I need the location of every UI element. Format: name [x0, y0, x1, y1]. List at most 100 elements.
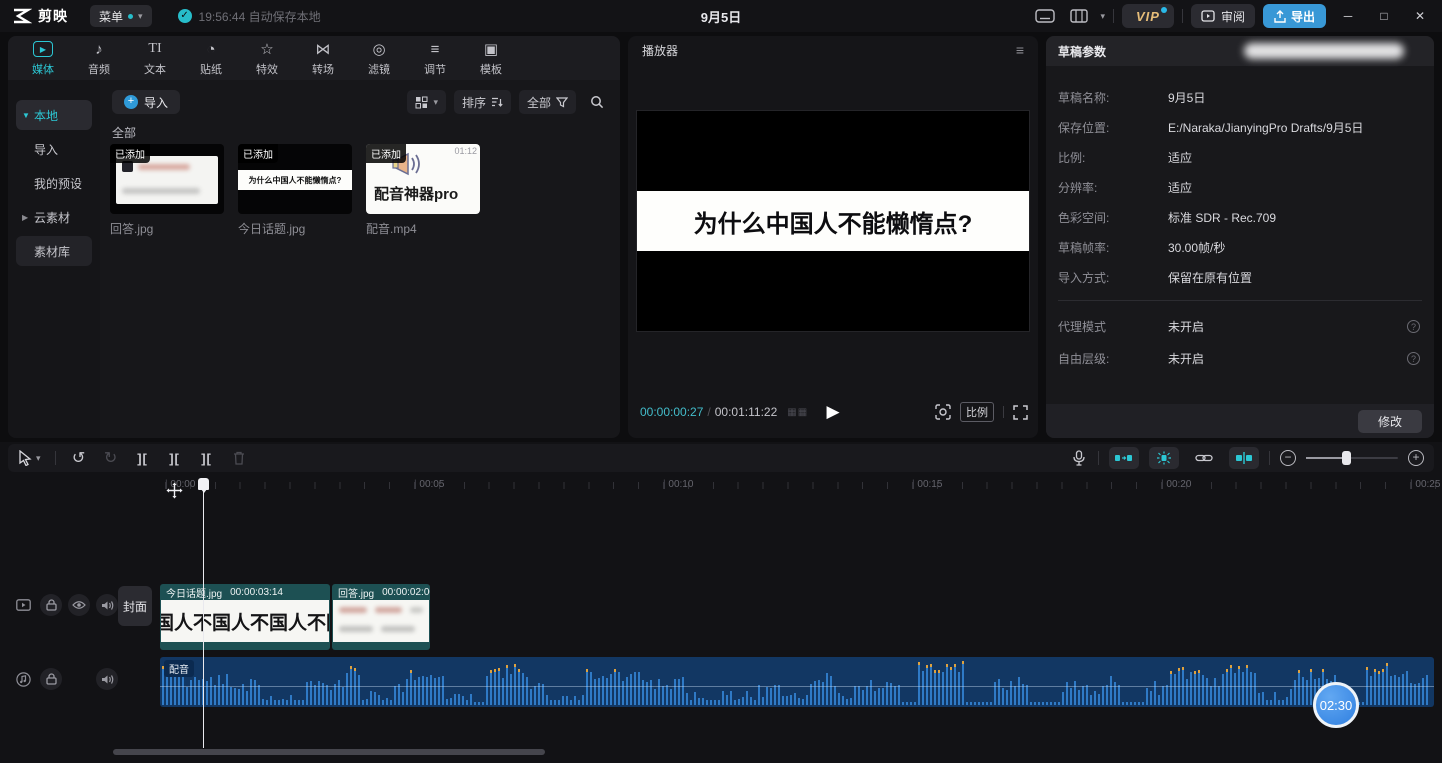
waveform-bar — [654, 689, 656, 705]
export-button[interactable]: 导出 — [1263, 4, 1326, 28]
slider-handle[interactable] — [1342, 451, 1351, 465]
waveform-bar — [330, 690, 332, 705]
undo-icon[interactable]: ↺ — [70, 447, 88, 469]
link-toggle[interactable] — [1189, 447, 1219, 469]
ratio-button[interactable]: 比例 — [960, 402, 994, 422]
waveform-bar — [570, 700, 572, 705]
sidebar-item-library[interactable]: 素材库 — [16, 236, 92, 266]
waveform-bar — [870, 680, 872, 705]
help-icon[interactable]: ? — [1407, 352, 1420, 365]
playhead-line[interactable] — [203, 478, 204, 748]
split-left-icon[interactable]: ][ — [166, 447, 184, 469]
sidebar-item-presets[interactable]: 我的预设 — [16, 168, 92, 198]
preview-quality-icon[interactable] — [935, 404, 951, 420]
filter-icon — [556, 96, 568, 108]
preview-canvas[interactable]: 为什么中国人不能懒惰点? — [636, 110, 1030, 332]
param-label: 保存位置: — [1058, 119, 1168, 136]
play-button[interactable]: ▶ — [826, 402, 839, 422]
waveform-bar — [1146, 688, 1148, 705]
sidebar-item-import[interactable]: 导入 — [16, 134, 92, 164]
video-track-icon — [12, 594, 34, 616]
mute-track-icon[interactable] — [96, 594, 118, 616]
timeline-zoom-slider[interactable] — [1306, 447, 1398, 469]
modify-button[interactable]: 修改 — [1358, 410, 1422, 433]
delete-icon[interactable] — [230, 447, 248, 469]
tab-effects[interactable]: ☆ 特效 — [240, 39, 294, 77]
tab-label: 音频 — [88, 61, 110, 77]
waveform-bar — [194, 677, 196, 705]
sort-button[interactable]: 排序 — [454, 90, 511, 114]
waveform-bar — [1090, 695, 1092, 705]
lock-track-icon[interactable] — [40, 594, 62, 616]
menu-button[interactable]: 菜单 ▾ — [90, 5, 152, 27]
layout-switch-icon[interactable] — [1066, 6, 1092, 26]
player-panel: 播放器 ≡ 为什么中国人不能懒惰点? 00:00:00:27/00:01:11:… — [628, 36, 1038, 438]
vip-button[interactable]: VIP — [1122, 4, 1174, 28]
mirror-preview-icon[interactable]: ▦▦ — [787, 407, 808, 418]
close-button[interactable]: ✕ — [1406, 4, 1434, 28]
media-item-voiceover[interactable]: 配音神器pro 已添加 01:12 配音.mp4 — [366, 144, 480, 237]
sidebar-item-local[interactable]: ▼ 本地 — [16, 100, 92, 130]
param-label: 比例: — [1058, 149, 1168, 166]
maximize-button[interactable]: □ — [1370, 4, 1398, 28]
cover-button[interactable]: 封面 — [118, 586, 152, 626]
tab-text[interactable]: TI 文本 — [128, 39, 182, 77]
split-icon[interactable]: ][ — [134, 447, 152, 469]
review-button[interactable]: 审阅 — [1191, 4, 1255, 28]
select-tool-icon[interactable]: ▾ — [18, 447, 41, 469]
tab-transitions[interactable]: ⋈ 转场 — [296, 39, 350, 77]
minimize-button[interactable]: ─ — [1334, 4, 1362, 28]
tab-filters[interactable]: ◎ 滤镜 — [352, 39, 406, 77]
preview-axis-toggle[interactable] — [1229, 447, 1259, 469]
break-reminder-timer[interactable]: 02:30 — [1313, 682, 1359, 728]
waveform-bar — [1078, 690, 1080, 705]
zoom-in-icon[interactable]: + — [1408, 450, 1424, 466]
timeline-clip-topic[interactable]: 今日话题.jpg 00:00:03:14 国人不国人不国人不国人 — [160, 584, 330, 650]
mute-track-icon[interactable] — [96, 668, 118, 690]
waveform-bar — [1138, 702, 1140, 705]
waveform-bar — [618, 672, 620, 705]
sidebar-item-cloud[interactable]: ▶ 云素材 — [16, 202, 92, 232]
waveform-bar — [862, 690, 864, 705]
player-menu-icon[interactable]: ≡ — [1016, 42, 1024, 58]
horizontal-scrollbar[interactable] — [113, 749, 545, 755]
hide-track-icon[interactable] — [68, 594, 90, 616]
auto-ripple-toggle[interactable] — [1109, 447, 1139, 469]
shortcut-keyboard-icon[interactable] — [1032, 6, 1058, 26]
timeline-audio-clip[interactable]: 配音 — [160, 657, 1434, 707]
waveform-bar — [602, 676, 604, 705]
snap-toggle[interactable] — [1149, 447, 1179, 469]
tab-adjust[interactable]: ≡ 调节 — [408, 39, 462, 77]
filter-button[interactable]: 全部 — [519, 90, 576, 114]
waveform-bar — [1270, 700, 1272, 705]
media-item-answer[interactable]: 已添加 回答.jpg — [110, 144, 224, 237]
waveform-bar — [610, 674, 612, 705]
media-item-topic[interactable]: 已添加 为什么中国人不能懒惰点? 今日话题.jpg — [238, 144, 352, 237]
import-button[interactable]: + 导入 — [112, 90, 180, 114]
zoom-out-icon[interactable]: − — [1280, 450, 1296, 466]
waveform-bar — [1166, 685, 1168, 705]
tab-audio[interactable]: ♪ 音频 — [72, 39, 126, 77]
waveform-bar — [230, 687, 232, 705]
redo-icon[interactable]: ↻ — [102, 447, 120, 469]
timeline-clip-answer[interactable]: 回答.jpg 00:00:02:00 — [332, 584, 430, 650]
layout-chevron-icon[interactable]: ▾ — [1100, 11, 1105, 22]
timeline-ruler[interactable]: 00:0000:0500:1000:1500:2000:25 — [113, 476, 1442, 498]
export-label: 导出 — [1291, 8, 1315, 25]
tab-stickers[interactable]: ◔ 贴纸 — [184, 39, 238, 77]
record-voiceover-icon[interactable] — [1070, 447, 1088, 469]
view-mode-button[interactable]: ▾ — [407, 90, 446, 114]
fullscreen-icon[interactable] — [1013, 405, 1028, 420]
tab-templates[interactable]: ▣ 模板 — [464, 39, 518, 77]
search-button[interactable] — [584, 90, 610, 114]
waveform-bar — [934, 670, 936, 705]
lock-track-icon[interactable] — [40, 668, 62, 690]
split-right-icon[interactable]: ][ — [198, 447, 216, 469]
divider — [55, 451, 56, 465]
blurred-text — [122, 188, 200, 194]
tab-media[interactable]: ▶ 媒体 — [16, 39, 70, 77]
app-logo[interactable]: 剪映 — [12, 6, 68, 26]
help-icon[interactable]: ? — [1407, 320, 1420, 333]
waveform-bar — [842, 696, 844, 705]
playhead-handle[interactable] — [198, 478, 209, 490]
